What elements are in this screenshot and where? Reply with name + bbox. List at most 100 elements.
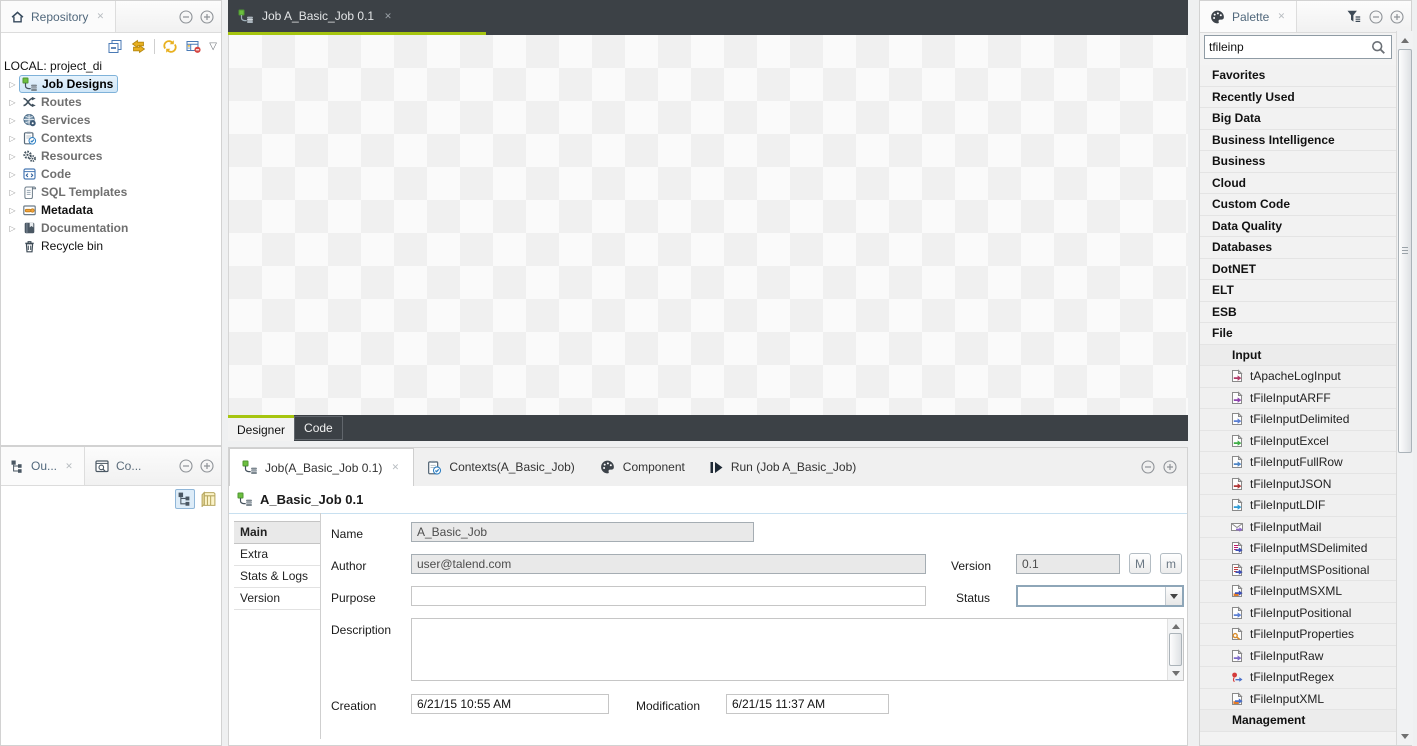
scroll-down-icon[interactable] <box>1397 729 1413 743</box>
editor-tab-job[interactable]: Job A_Basic_Job 0.1 <box>228 0 408 32</box>
close-icon[interactable] <box>94 11 106 23</box>
palette-scrollbar[interactable] <box>1396 31 1413 745</box>
search-input[interactable] <box>1205 40 1371 54</box>
tree-item-contexts[interactable]: Contexts <box>1 129 221 147</box>
expand-arrow-icon[interactable] <box>6 224 19 233</box>
link-with-editor-icon[interactable] <box>130 39 147 54</box>
palette-component[interactable]: tFileInputMSXML <box>1200 581 1396 603</box>
palette-component[interactable]: tFileInputPositional <box>1200 603 1396 625</box>
palette-component[interactable]: tFileInputExcel <box>1200 431 1396 453</box>
tree-item-metadata[interactable]: Metadata <box>1 201 221 219</box>
job-design-canvas[interactable] <box>228 35 1188 415</box>
search-icon[interactable] <box>1371 40 1391 55</box>
minimize-icon[interactable] <box>179 459 193 473</box>
side-tab-main[interactable]: Main <box>234 521 320 544</box>
palette-category[interactable]: DotNET <box>1200 259 1396 281</box>
palette-subcategory[interactable]: Management <box>1200 710 1396 732</box>
palette-component[interactable]: tFileInputMSPositional <box>1200 560 1396 582</box>
close-icon[interactable] <box>389 462 401 474</box>
tree-item-resources[interactable]: Resources <box>1 147 221 165</box>
palette-component[interactable]: tFileInputRegex <box>1200 667 1396 689</box>
description-field[interactable] <box>412 619 1168 680</box>
collapse-all-icon[interactable] <box>107 39 123 54</box>
palette-component[interactable]: tFileInputProperties <box>1200 624 1396 646</box>
scroll-down-icon[interactable] <box>1168 666 1183 680</box>
tab-code[interactable]: Code <box>294 416 343 440</box>
palette-component[interactable]: tFileInputXML <box>1200 689 1396 711</box>
minimize-icon[interactable] <box>179 10 193 24</box>
tab-contexts[interactable]: Contexts(A_Basic_Job) <box>414 448 586 486</box>
scroll-up-icon[interactable] <box>1168 619 1183 633</box>
filter-icon[interactable] <box>1346 9 1362 24</box>
tab-component[interactable]: Component <box>587 448 697 486</box>
status-dropdown[interactable] <box>1016 585 1184 607</box>
palette-category[interactable]: Data Quality <box>1200 216 1396 238</box>
maximize-icon[interactable] <box>1163 460 1177 474</box>
palette-category[interactable]: Databases <box>1200 237 1396 259</box>
palette-category[interactable]: ESB <box>1200 302 1396 324</box>
close-icon[interactable] <box>63 460 75 472</box>
expand-arrow-icon[interactable] <box>6 152 19 161</box>
dropdown-arrow-icon[interactable] <box>1165 587 1182 605</box>
expand-arrow-icon[interactable] <box>6 116 19 125</box>
minimize-icon[interactable] <box>1141 460 1155 474</box>
maximize-icon[interactable] <box>200 459 214 473</box>
author-field[interactable] <box>411 554 926 574</box>
palette-component[interactable]: tFileInputFullRow <box>1200 452 1396 474</box>
side-tab-stats-logs[interactable]: Stats & Logs <box>234 566 320 588</box>
palette-component[interactable]: tFileInputDelimited <box>1200 409 1396 431</box>
palette-component[interactable]: tFileInputMail <box>1200 517 1396 539</box>
minor-version-button[interactable]: m <box>1160 553 1182 574</box>
palette-category[interactable]: Business Intelligence <box>1200 130 1396 152</box>
modification-field[interactable] <box>726 694 889 714</box>
palette-component[interactable]: tFileInputLDIF <box>1200 495 1396 517</box>
palette-component[interactable]: tFileInputRaw <box>1200 646 1396 668</box>
side-tab-extra[interactable]: Extra <box>234 544 320 566</box>
minimize-icon[interactable] <box>1369 10 1383 24</box>
maximize-icon[interactable] <box>1390 10 1404 24</box>
tree-item-recycle-bin[interactable]: Recycle bin <box>1 237 221 255</box>
tree-item-job-designs[interactable]: Job Designs <box>1 75 221 93</box>
palette-category[interactable]: Custom Code <box>1200 194 1396 216</box>
close-icon[interactable] <box>382 10 394 22</box>
scrollbar-thumb[interactable] <box>1398 49 1412 453</box>
tab-code-viewer[interactable]: Co... <box>85 447 150 485</box>
purpose-field[interactable] <box>411 586 926 606</box>
tab-repository[interactable]: Repository <box>1 1 116 32</box>
expand-arrow-icon[interactable] <box>6 98 19 107</box>
major-version-button[interactable]: M <box>1129 553 1151 574</box>
close-icon[interactable] <box>1275 11 1287 23</box>
expand-arrow-icon[interactable] <box>6 188 19 197</box>
tab-outline[interactable]: Ou... <box>1 447 85 485</box>
expand-arrow-icon[interactable] <box>6 206 19 215</box>
expand-arrow-icon[interactable] <box>6 170 19 179</box>
palette-category[interactable]: Big Data <box>1200 108 1396 130</box>
name-field[interactable] <box>411 522 754 542</box>
scroll-up-icon[interactable] <box>1397 33 1413 47</box>
creation-field[interactable] <box>411 694 609 714</box>
tab-palette[interactable]: Palette <box>1200 1 1297 32</box>
palette-category[interactable]: Cloud <box>1200 173 1396 195</box>
tree-view-icon[interactable] <box>175 489 195 509</box>
filter-settings-icon[interactable] <box>185 39 202 54</box>
palette-subcategory[interactable]: Input <box>1200 345 1396 367</box>
palette-category[interactable]: Favorites <box>1200 65 1396 87</box>
palette-category[interactable]: Business <box>1200 151 1396 173</box>
version-field[interactable] <box>1016 554 1120 574</box>
expand-arrow-icon[interactable] <box>6 134 19 143</box>
palette-category[interactable]: Recently Used <box>1200 87 1396 109</box>
tree-item-sql-templates[interactable]: SQL Templates <box>1 183 221 201</box>
side-tab-version[interactable]: Version <box>234 588 320 610</box>
tab-designer[interactable]: Designer <box>228 415 294 441</box>
tab-job[interactable]: Job(A_Basic_Job 0.1) <box>229 448 414 486</box>
view-menu-icon[interactable]: ▽ <box>209 41 217 52</box>
tab-run[interactable]: Run (Job A_Basic_Job) <box>697 448 868 486</box>
refresh-icon[interactable] <box>162 39 178 54</box>
palette-category[interactable]: ELT <box>1200 280 1396 302</box>
palette-component[interactable]: tApacheLogInput <box>1200 366 1396 388</box>
palette-component[interactable]: tFileInputJSON <box>1200 474 1396 496</box>
table-view-icon[interactable] <box>200 491 217 507</box>
palette-component[interactable]: tFileInputMSDelimited <box>1200 538 1396 560</box>
tree-item-code[interactable]: Code <box>1 165 221 183</box>
tree-item-documentation[interactable]: Documentation <box>1 219 221 237</box>
